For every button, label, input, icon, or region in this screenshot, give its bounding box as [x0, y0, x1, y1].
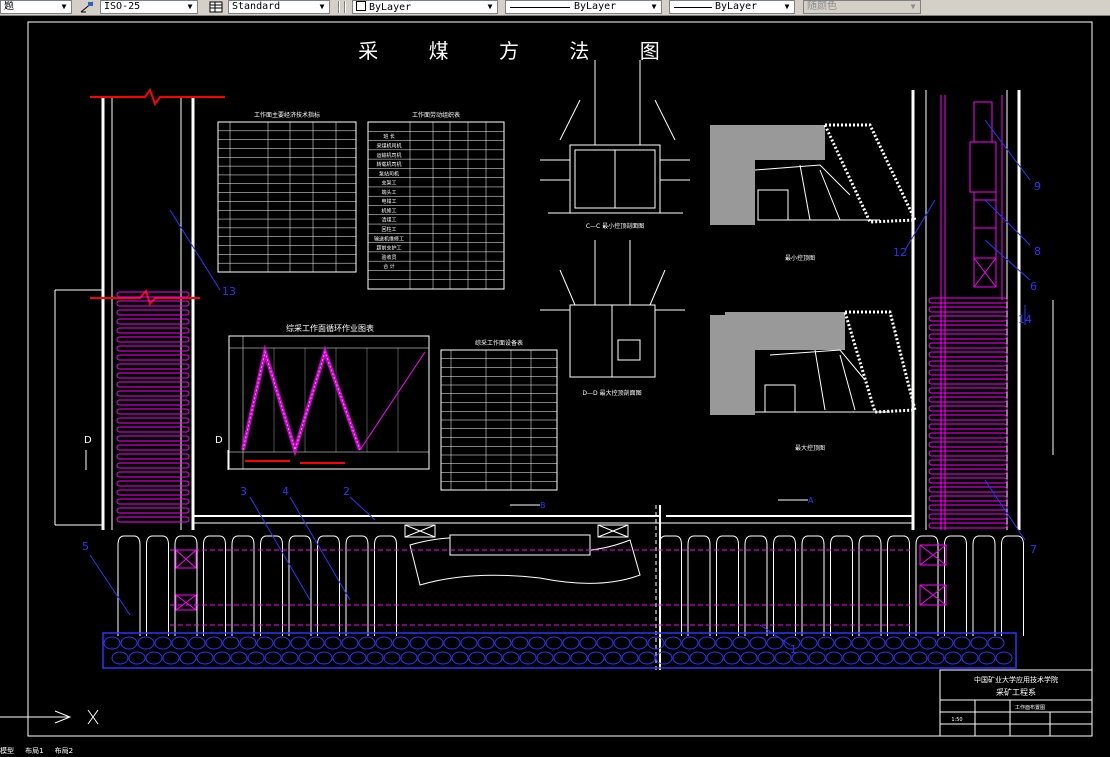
dimension-style-select[interactable]: ISO-25 ▼ — [100, 0, 198, 14]
tab-layout1[interactable]: 布局1 — [25, 748, 43, 755]
callout-number: 2 — [343, 485, 350, 498]
section-cc — [540, 60, 690, 214]
color-select[interactable]: ByLayer ▼ — [352, 0, 498, 14]
min-control-section: 最小控顶图 — [710, 123, 918, 262]
table2-row-label: 验收员 — [381, 254, 396, 261]
color-value: ByLayer — [369, 2, 412, 13]
callout-number: 14 — [1018, 313, 1032, 326]
text-style-value: 题 — [4, 1, 14, 12]
dimension-style-icon[interactable] — [80, 1, 94, 13]
linetype-value: ByLayer — [574, 1, 617, 12]
table2-row-label: 输送机维修工 — [374, 235, 404, 242]
color-swatch-icon — [356, 1, 366, 11]
cycle-operation-chart: 综采工作面循环作业图表 — [228, 323, 430, 470]
title-block-drawing: 工作面布置图 — [1015, 704, 1045, 711]
callout-number: 13 — [222, 285, 236, 298]
linetype-preview — [510, 7, 570, 8]
table2-row-label: 合 计 — [383, 263, 395, 270]
dimension-style-value: ISO-25 — [104, 1, 141, 12]
callout-number: 6 — [1030, 280, 1037, 293]
table2-row-label: 端头工 — [381, 189, 396, 196]
callout-number: 3 — [240, 485, 247, 498]
callout-number: 1 — [790, 643, 797, 656]
chevron-down-icon: ▼ — [187, 2, 193, 11]
callout-number: 9 — [1034, 180, 1041, 193]
table-equipment: 综采工作面设备表 — [440, 339, 558, 491]
table2-row-label: 转载机司机 — [376, 161, 401, 168]
toolbar-separator — [344, 1, 346, 13]
callout-number: 7 — [1030, 543, 1037, 556]
table2-row-label: 回柱工 — [381, 226, 396, 233]
chevron-down-icon: ▼ — [487, 2, 493, 11]
chevron-down-icon: ▼ — [910, 2, 916, 11]
lineweight-value: ByLayer — [715, 1, 758, 12]
section-marker-a: A — [808, 496, 814, 505]
plotstyle-value: 随颜色 — [807, 1, 837, 12]
table2-row-label: 超前支护工 — [376, 245, 401, 252]
drawing-title: 采 煤 方 法 图 — [358, 39, 681, 63]
tab-layout2[interactable]: 布局2 — [55, 748, 73, 755]
chevron-down-icon: ▼ — [784, 2, 790, 11]
callout-number: 4 — [282, 485, 289, 498]
table4-title: 综采工作面设备表 — [475, 339, 523, 347]
lineweight-preview — [674, 7, 712, 8]
gob-stones — [103, 636, 1013, 665]
table2-row-label: 班 长 — [383, 133, 395, 140]
table3-title: 综采工作面循环作业图表 — [286, 323, 374, 333]
table2-row-label: 采煤机司机 — [376, 143, 401, 150]
lineweight-select[interactable]: ByLayer ▼ — [669, 0, 795, 14]
table2-row-label: 清煤工 — [381, 217, 396, 224]
drawing-canvas[interactable]: 采 煤 方 法 图 工作面主要经济技术指标 工作面劳动组织表 班 长采煤机司机运… — [0, 16, 1110, 745]
svg-text:最小控顶图: 最小控顶图 — [785, 254, 815, 262]
section-dd-label: D—D 最大控顶剖面图 — [582, 389, 641, 397]
ucs-icon — [0, 709, 99, 725]
table2-row-label: 运输机司机 — [376, 152, 401, 159]
left-roadway-supports — [116, 291, 190, 523]
section-cc-label: C—C 最小控顶剖面图 — [586, 222, 644, 230]
table2-row-label: 电钳工 — [381, 198, 396, 205]
svg-text:最大控顶图: 最大控顶图 — [795, 444, 825, 452]
table2-title: 工作面劳动组织表 — [412, 111, 460, 119]
table-technical-indicators: 工作面主要经济技术指标 — [217, 111, 357, 273]
linetype-select[interactable]: ByLayer ▼ — [505, 0, 662, 14]
title-block-dept: 采矿工程系 — [996, 687, 1036, 697]
table-style-select[interactable]: Standard ▼ — [228, 0, 330, 14]
break-line — [90, 87, 225, 307]
properties-toolbar: 题 ▼ ISO-25 ▼ Standard ▼ ByLayer ▼ ByLaye… — [0, 0, 1110, 16]
tab-model[interactable]: 模型 — [0, 748, 14, 755]
left-roadway — [101, 98, 195, 530]
callout-number: 12 — [893, 246, 907, 259]
callout-number: 5 — [82, 540, 89, 553]
layout-tabs: 模型 布局1 布局2 — [0, 738, 180, 755]
title-block-scale: 1:50 — [951, 717, 962, 723]
section-dd — [540, 240, 685, 378]
plotstyle-select: 随颜色 ▼ — [803, 0, 921, 14]
title-block-school: 中国矿业大学应用技术学院 — [974, 675, 1058, 684]
table2-row-label: 机修工 — [381, 207, 396, 214]
table-labor-organization: 工作面劳动组织表 班 长采煤机司机运输机司机转载机司机泵站司机支架工端头工电钳工… — [367, 111, 505, 290]
section-marker-d: D — [215, 435, 223, 446]
chevron-down-icon: ▼ — [61, 2, 67, 11]
table2-row-label: 支架工 — [381, 180, 396, 187]
shearer — [404, 524, 641, 586]
table1-title: 工作面主要经济技术指标 — [254, 111, 320, 119]
section-marker-d-left: D — [84, 435, 92, 446]
callout-number: 8 — [1034, 245, 1041, 258]
chevron-down-icon: ▼ — [319, 2, 325, 11]
section-marker-b: B — [540, 501, 546, 510]
toolbar-separator — [338, 1, 340, 13]
table-style-icon[interactable] — [209, 1, 223, 13]
face-roadway — [193, 505, 913, 670]
conveyor-line — [170, 549, 910, 626]
table2-row-label: 泵站司机 — [379, 170, 399, 177]
table-style-value: Standard — [232, 1, 281, 12]
text-style-select[interactable]: 题 ▼ — [0, 0, 72, 14]
max-control-section: 最大控顶图 — [710, 310, 917, 452]
chevron-down-icon: ▼ — [651, 2, 657, 11]
